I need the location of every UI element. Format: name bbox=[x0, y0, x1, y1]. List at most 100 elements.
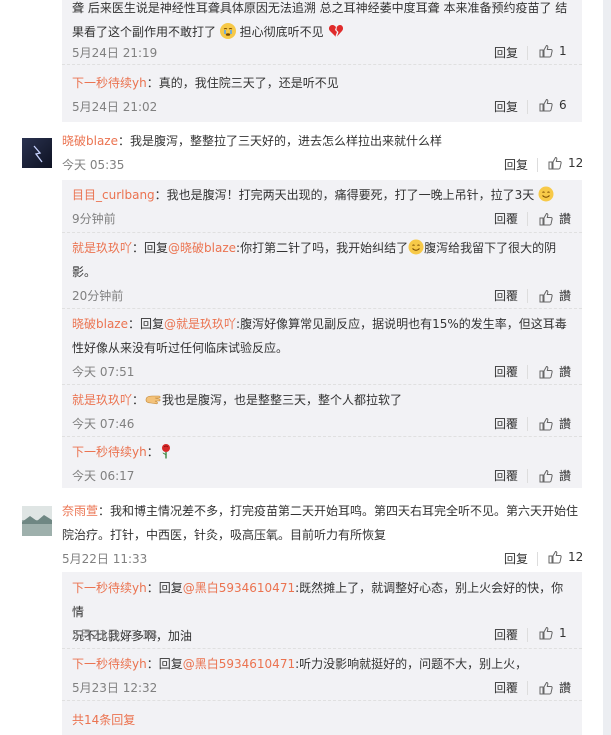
broken-heart-icon bbox=[328, 23, 344, 47]
reply-text: 下一秒待续yh： bbox=[72, 440, 572, 467]
reply-prefix: ：回复 bbox=[128, 317, 165, 331]
like-button[interactable]: 讚 bbox=[539, 210, 571, 227]
mention-link[interactable]: @黑白5934610471 bbox=[183, 657, 295, 671]
reply-button[interactable]: 回覆 bbox=[494, 363, 518, 380]
divider bbox=[527, 417, 528, 431]
like-button[interactable]: 1 bbox=[539, 44, 567, 58]
reply-button[interactable]: 回复 bbox=[494, 44, 518, 61]
reply-text: 就是玖玖吖：回复@晓破blaze:你打第二针了吗，我开始纠结了 腹泻给我留下了很大… bbox=[72, 236, 572, 284]
divider bbox=[527, 289, 528, 303]
comment-time: 今天 05:35 bbox=[62, 158, 125, 172]
thumb-up-icon bbox=[539, 289, 553, 302]
reply-content: :你打第二针了吗，我开始纠结了 bbox=[236, 241, 409, 255]
like-button[interactable]: 讚 bbox=[539, 415, 571, 432]
like-button[interactable]: 讚 bbox=[539, 467, 571, 484]
reply-item: 下一秒待续yh：回复@黑白5934610471:听力没影响就挺好的，问题不大，别… bbox=[62, 648, 582, 700]
reply-text-line: 担心彻底听不见 bbox=[239, 25, 324, 39]
like-count: 1 bbox=[559, 44, 567, 58]
reply-content: :腹泻好像算常见副反应，据说明也有15%的发生率，但这耳毒 bbox=[236, 317, 567, 331]
like-button[interactable]: 讚 bbox=[539, 287, 571, 304]
reply-time: 5月24日 21:19 bbox=[72, 46, 158, 60]
thumb-up-icon bbox=[539, 469, 553, 482]
like-label: 讚 bbox=[559, 417, 572, 431]
mention-link[interactable]: @晓破blaze bbox=[168, 241, 236, 255]
divider bbox=[537, 158, 538, 172]
thumb-up-icon bbox=[539, 98, 553, 112]
like-button[interactable]: 1 bbox=[539, 626, 567, 640]
reply-button[interactable]: 回复 bbox=[504, 550, 528, 567]
user-avatar[interactable] bbox=[22, 138, 52, 168]
like-label: 讚 bbox=[559, 681, 572, 695]
reply-username[interactable]: 下一秒待续yh bbox=[72, 581, 147, 595]
reply-button[interactable]: 回覆 bbox=[494, 415, 518, 432]
like-button[interactable]: 讚 bbox=[539, 679, 571, 696]
reply-text: 下一秒待续yh：回复@黑白5934610471:听力没影响就挺好的，问题不大，别… bbox=[72, 652, 572, 676]
crying-emoji-icon bbox=[219, 23, 236, 39]
thumb-up-icon bbox=[539, 44, 553, 58]
like-button[interactable]: 12 bbox=[548, 156, 583, 170]
divider bbox=[537, 552, 538, 566]
smile-emoji-icon bbox=[538, 186, 554, 202]
reply-panel: 下一秒待续yh：回复@黑白5934610471:既然摊上了，就调整好心态，别上火… bbox=[62, 572, 582, 735]
reply-content: 腹泻给我留下了很大的阴 bbox=[424, 241, 557, 255]
like-count: 1 bbox=[559, 626, 567, 640]
comment-content: 院治疗。打针，中西医，针灸，吸高压氧。目前听力有所恢复 bbox=[62, 528, 387, 542]
reply-username[interactable]: 目目_curlbang bbox=[72, 188, 155, 202]
reply-time: 9分钟前 bbox=[72, 212, 116, 226]
reply-text: 目目_curlbang：我也是腹泻！打完两天出现的，痛得要死，打了一晚上吊针，拉… bbox=[72, 183, 572, 207]
reply-username[interactable]: 就是玖玖吖 bbox=[72, 393, 132, 407]
like-count: 6 bbox=[559, 98, 567, 112]
divider bbox=[527, 46, 528, 60]
reply-button[interactable]: 回覆 bbox=[494, 287, 518, 304]
mention-link[interactable]: @就是玖玖吖 bbox=[164, 317, 236, 331]
reply-item: 下一秒待续yh：真的，我住院三天了，还是听不见 5月24日 21:02 回复 6 bbox=[62, 64, 582, 122]
rose-icon bbox=[159, 443, 173, 467]
reply-username[interactable]: 就是玖玖吖 bbox=[72, 241, 132, 255]
reply-content: :听力没影响就挺好的，问题不大，别上火， bbox=[295, 657, 528, 671]
like-label: 讚 bbox=[559, 469, 572, 483]
mention-link[interactable]: @黑白5934610471 bbox=[183, 581, 295, 595]
reply-username[interactable]: 下一秒待续yh bbox=[72, 657, 147, 671]
reply-content: ：真的，我住院三天了，还是听不见 bbox=[146, 76, 339, 90]
comment-username[interactable]: 奈雨萱 bbox=[62, 504, 98, 518]
reply-button[interactable]: 回覆 bbox=[494, 626, 518, 643]
reply-username[interactable]: 下一秒待续yh bbox=[72, 76, 147, 90]
like-button[interactable]: 6 bbox=[539, 98, 567, 112]
scrollbar[interactable] bbox=[603, 0, 611, 735]
reply-text: 聋 后来医生说是神经性耳聋具体原因无法追溯 总之耳神经萎中度耳聋 本来准备预约疫… bbox=[72, 0, 572, 47]
like-button[interactable]: 讚 bbox=[539, 363, 571, 380]
reply-item: 晓破blaze：回复@就是玖玖吖:腹泻好像算常见副反应，据说明也有15%的发生率… bbox=[62, 308, 582, 384]
like-label: 讚 bbox=[559, 365, 572, 379]
reply-text-line: 果看了这个副作用不敢打了 bbox=[72, 25, 217, 39]
reply-time: 今天 07:51 bbox=[72, 365, 135, 379]
comment-username[interactable]: 晓破blaze bbox=[62, 134, 118, 148]
comment-page: 聋 后来医生说是神经性耳聋具体原因无法追溯 总之耳神经萎中度耳聋 本来准备预约疫… bbox=[0, 0, 603, 735]
divider bbox=[527, 100, 528, 114]
divider bbox=[527, 681, 528, 695]
smile-emoji-icon bbox=[408, 239, 424, 255]
like-count: 12 bbox=[568, 550, 584, 564]
reply-item: 就是玖玖吖：回复@晓破blaze:你打第二针了吗，我开始纠结了 腹泻给我留下了很大… bbox=[62, 232, 582, 308]
reply-button[interactable]: 回复 bbox=[494, 98, 518, 115]
divider bbox=[62, 700, 582, 701]
user-avatar[interactable] bbox=[22, 506, 52, 536]
reply-prefix: ：回复 bbox=[132, 241, 169, 255]
reply-button[interactable]: 回复 bbox=[504, 156, 528, 173]
like-label: 讚 bbox=[559, 289, 572, 303]
reply-content: 性好像从来没有听过任何临床试验反应。 bbox=[72, 341, 289, 355]
reply-time: 5月23日 12:32 bbox=[72, 681, 158, 695]
reply-item: 聋 后来医生说是神经性耳聋具体原因无法追溯 总之耳神经萎中度耳聋 本来准备预约疫… bbox=[62, 0, 582, 64]
reply-button[interactable]: 回覆 bbox=[494, 467, 518, 484]
thumb-up-icon bbox=[548, 550, 562, 564]
reply-username[interactable]: 下一秒待续yh bbox=[72, 445, 147, 459]
reply-prefix: ：回复 bbox=[146, 581, 183, 595]
more-replies-link[interactable]: 共14条回复 bbox=[72, 708, 572, 732]
reply-username[interactable]: 晓破blaze bbox=[72, 317, 128, 331]
comment-item: 晓破blaze：我是腹泻，整整拉了三天好的，进去怎么样拉出来就什么样 今天 05… bbox=[0, 122, 603, 180]
reply-button[interactable]: 回覆 bbox=[494, 679, 518, 696]
reply-button[interactable]: 回覆 bbox=[494, 210, 518, 227]
thumb-up-icon bbox=[539, 626, 553, 640]
like-button[interactable]: 12 bbox=[548, 550, 583, 564]
reply-time: 5月23日 13:38 bbox=[72, 628, 158, 642]
reply-item: 下一秒待续yh：回复@黑白5934610471:既然摊上了，就调整好心态，别上火… bbox=[62, 572, 582, 648]
